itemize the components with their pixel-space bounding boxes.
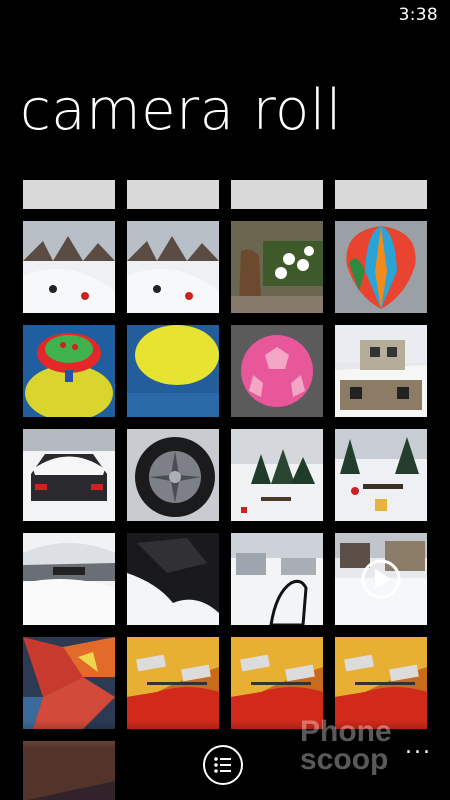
photo-thumbnail[interactable] [127,325,219,417]
photo-image [335,180,427,209]
photo-thumbnail[interactable] [335,221,427,313]
photo-thumbnail[interactable] [127,180,219,209]
photo-image [23,325,115,417]
photo-image [335,221,427,313]
photo-image [23,637,115,729]
photo-image [335,429,427,521]
photo-image [231,221,323,313]
select-button[interactable] [203,745,243,785]
photo-thumbnail[interactable] [23,180,115,209]
photo-thumbnail[interactable] [127,533,219,625]
photo-image [23,221,115,313]
watermark-line1: Phone [300,715,392,748]
photo-image [335,325,427,417]
list-select-icon [214,757,231,773]
photo-image [127,325,219,417]
photo-thumbnail[interactable] [23,221,115,313]
photo-image [127,429,219,521]
watermark-logo: Phone scoop [300,715,392,776]
watermark-line2: scoop [300,743,389,776]
photo-thumbnail[interactable] [23,533,115,625]
photo-thumbnail[interactable] [335,325,427,417]
photo-image [335,533,427,625]
photo-thumbnail[interactable] [231,180,323,209]
photo-image [23,180,115,209]
photo-thumbnail[interactable] [127,221,219,313]
photo-thumbnail[interactable] [335,533,427,625]
photo-image [231,429,323,521]
photo-image [231,325,323,417]
photo-image [231,533,323,625]
photo-image [127,637,219,729]
photo-thumbnail[interactable] [335,180,427,209]
photo-thumbnail[interactable] [231,533,323,625]
photo-thumbnail[interactable] [335,429,427,521]
status-time: 3:38 [398,5,438,25]
photo-image [23,533,115,625]
photo-thumbnail[interactable] [231,221,323,313]
photo-thumbnail[interactable] [23,325,115,417]
photo-thumbnail[interactable] [23,429,115,521]
photo-image [127,533,219,625]
photo-image [23,429,115,521]
photo-thumbnail[interactable] [127,429,219,521]
more-button[interactable]: ... [405,734,432,759]
photo-image [127,221,219,313]
photo-thumbnail[interactable] [231,429,323,521]
photo-image [231,180,323,209]
photo-grid [23,180,427,800]
photo-thumbnail[interactable] [231,325,323,417]
page-title: camera roll [20,78,342,143]
photo-thumbnail[interactable] [23,637,115,729]
photo-image [127,180,219,209]
photo-thumbnail[interactable] [127,637,219,729]
